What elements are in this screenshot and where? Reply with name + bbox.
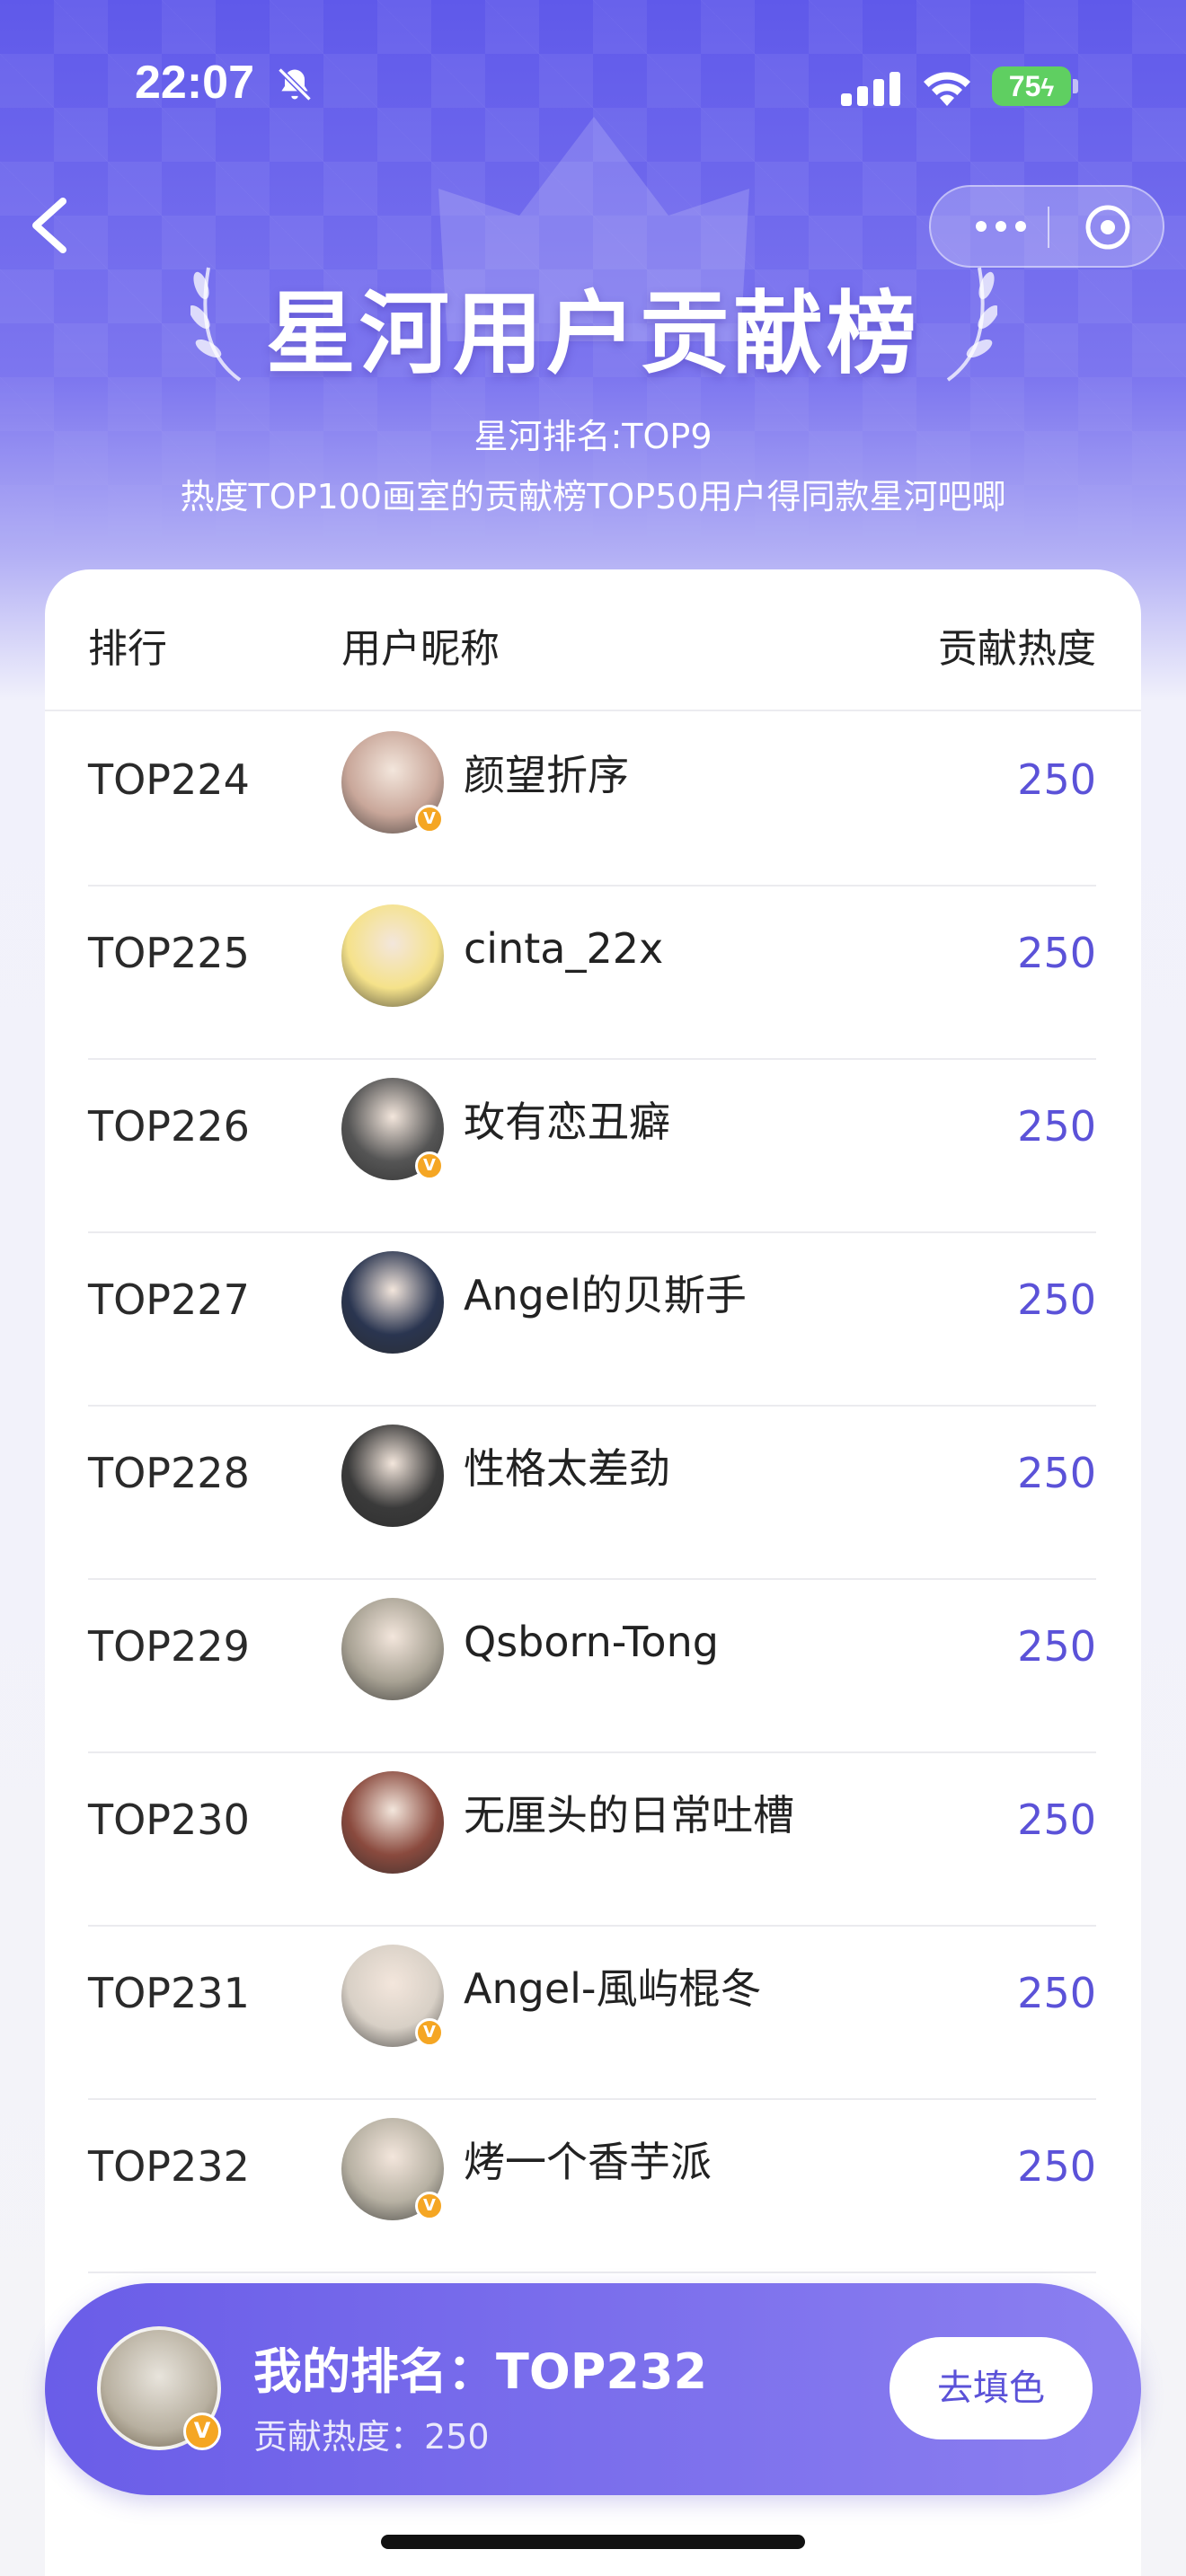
user-avatar[interactable] xyxy=(341,1425,444,1527)
capsule-divider xyxy=(1048,207,1049,248)
user-nickname[interactable]: 烤一个香芋派 xyxy=(464,2100,712,2224)
row-rank: TOP230 xyxy=(88,1795,250,1844)
leaderboard-row[interactable]: TOP228 性格太差劲 250 xyxy=(45,1407,1141,1580)
contribution-heat: 250 xyxy=(1017,1449,1096,1497)
charging-icon: ϟ xyxy=(1040,74,1055,101)
leaderboard-row[interactable]: TOP230 无厘头的日常吐槽 250 xyxy=(45,1753,1141,1927)
user-avatar[interactable] xyxy=(341,1251,444,1354)
home-indicator xyxy=(381,2535,805,2549)
my-rank-text: 我的排名：TOP232 xyxy=(253,2343,708,2400)
row-rank: TOP228 xyxy=(88,1449,250,1497)
leaderboard-row[interactable]: TOP224 V 颜望折序 250 xyxy=(45,713,1141,887)
row-rank: TOP231 xyxy=(88,1969,250,2017)
user-nickname[interactable]: 性格太差劲 xyxy=(464,1407,670,1531)
verified-badge-icon: V xyxy=(415,2018,444,2047)
avatar-image xyxy=(341,904,444,1007)
verified-badge-icon: V xyxy=(183,2413,221,2450)
leaderboard-row[interactable]: TOP225 cinta_22x 250 xyxy=(45,887,1141,1060)
contribution-heat: 250 xyxy=(1017,2142,1096,2191)
row-rank: TOP224 xyxy=(88,755,250,804)
leaderboard-row[interactable]: TOP226 V 玫有恋丑癖 250 xyxy=(45,1060,1141,1233)
row-rank: TOP229 xyxy=(88,1622,250,1671)
table-header: 排行 用户昵称 贡献热度 xyxy=(45,569,1141,711)
leaderboard-row[interactable]: TOP227 Angel的贝斯手 250 xyxy=(45,1233,1141,1407)
my-rank-bar: V 我的排名：TOP232 贡献热度：250 去填色 xyxy=(45,2283,1141,2495)
row-rank: TOP226 xyxy=(88,1102,250,1151)
close-circle-icon[interactable] xyxy=(1082,201,1134,253)
back-chevron-icon[interactable] xyxy=(27,196,72,255)
galaxy-rank-subtitle: 星河排名:TOP9 xyxy=(474,417,712,456)
column-header-rank: 排行 xyxy=(88,626,167,672)
leaderboard-row[interactable]: TOP232 V 烤一个香芋派 250 xyxy=(45,2100,1141,2273)
contribution-heat: 250 xyxy=(1017,1969,1096,2017)
leaderboard-row[interactable]: TOP229 Qsborn-Tong 250 xyxy=(45,1580,1141,1753)
verified-badge-icon: V xyxy=(415,805,444,834)
user-avatar[interactable] xyxy=(341,1771,444,1874)
page-title: 星河用户贡献榜 xyxy=(266,281,920,386)
wifi-icon xyxy=(924,72,970,106)
user-nickname[interactable]: 无厘头的日常吐槽 xyxy=(464,1753,794,1877)
row-rank: TOP232 xyxy=(88,2142,250,2191)
user-avatar[interactable]: V xyxy=(341,1078,444,1180)
user-avatar[interactable] xyxy=(341,1598,444,1700)
my-heat-text: 贡献热度：250 xyxy=(253,2417,490,2457)
battery-tip xyxy=(1073,79,1078,93)
row-rank: TOP227 xyxy=(88,1275,250,1324)
user-avatar[interactable]: V xyxy=(341,731,444,834)
user-nickname[interactable]: 颜望折序 xyxy=(464,713,629,837)
leaderboard-row[interactable]: TOP231 V Angel-風屿棍冬 250 xyxy=(45,1927,1141,2100)
contribution-heat: 250 xyxy=(1017,929,1096,977)
contribution-heat: 250 xyxy=(1017,1102,1096,1151)
user-avatar[interactable] xyxy=(341,904,444,1007)
bell-slash-icon xyxy=(278,67,312,101)
user-nickname[interactable]: 玫有恋丑癖 xyxy=(464,1060,670,1184)
row-rank: TOP225 xyxy=(88,929,250,977)
user-nickname[interactable]: Qsborn-Tong xyxy=(464,1580,719,1704)
status-time: 22:07 xyxy=(135,57,254,109)
user-avatar[interactable]: V xyxy=(341,1945,444,2047)
reward-description: 热度TOP100画室的贡献榜TOP50用户得同款星河吧唧 xyxy=(180,477,1006,516)
avatar-image xyxy=(341,1771,444,1874)
leaderboard-card: 排行 用户昵称 贡献热度 TOP224 V 颜望折序 250 TOP225 cinta_2… xyxy=(45,569,1141,2576)
avatar-image xyxy=(341,1251,444,1354)
verified-badge-icon: V xyxy=(415,2192,444,2220)
avatar-image xyxy=(341,1598,444,1700)
user-nickname[interactable]: cinta_22x xyxy=(464,887,663,1010)
battery-indicator: 75ϟ xyxy=(992,66,1071,106)
column-header-heat: 贡献热度 xyxy=(938,626,1096,672)
contribution-heat: 250 xyxy=(1017,1795,1096,1844)
signal-icon xyxy=(841,72,900,106)
user-avatar[interactable]: V xyxy=(341,2118,444,2220)
avatar-image xyxy=(341,1425,444,1527)
battery-level: 75 xyxy=(1008,70,1041,102)
user-nickname[interactable]: Angel-風屿棍冬 xyxy=(464,1927,762,2051)
go-fill-color-button[interactable]: 去填色 xyxy=(890,2337,1093,2439)
contribution-heat: 250 xyxy=(1017,755,1096,804)
column-header-nickname: 用户昵称 xyxy=(341,626,500,672)
leaderboard-list: TOP224 V 颜望折序 250 TOP225 cinta_22x 250 TOP226 V 玫… xyxy=(45,713,1141,2273)
contribution-heat: 250 xyxy=(1017,1275,1096,1324)
my-avatar[interactable]: V xyxy=(97,2326,221,2450)
contribution-heat: 250 xyxy=(1017,1622,1096,1671)
verified-badge-icon: V xyxy=(415,1151,444,1180)
user-nickname[interactable]: Angel的贝斯手 xyxy=(464,1233,747,1357)
